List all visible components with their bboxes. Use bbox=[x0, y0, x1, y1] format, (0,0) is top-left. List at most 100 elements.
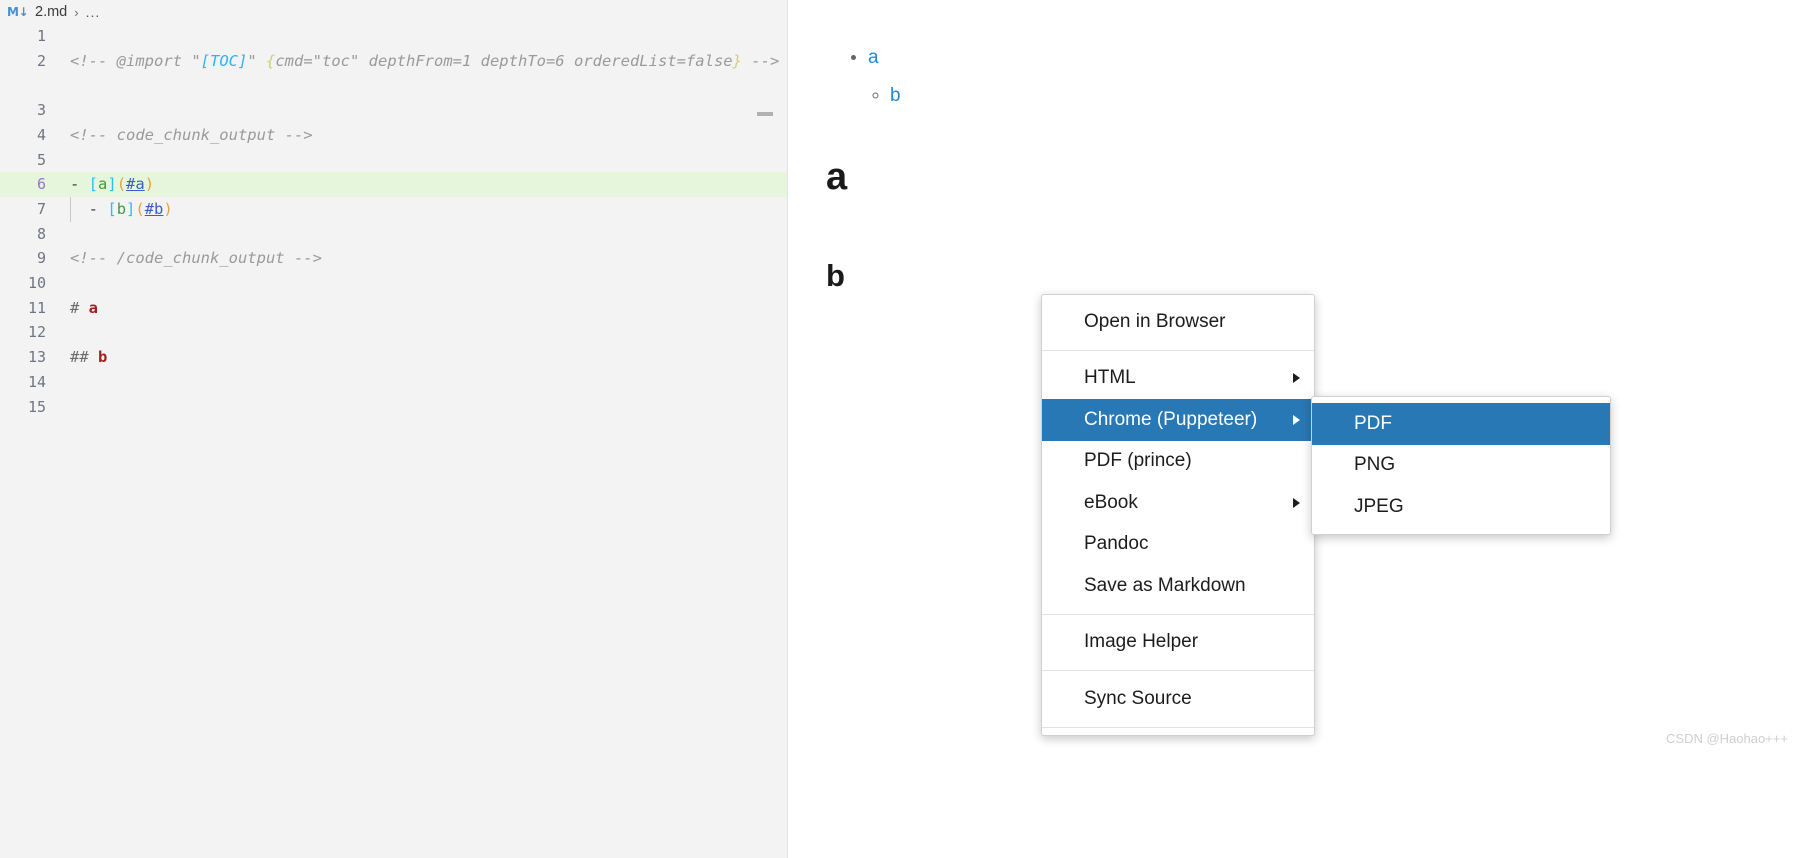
menu-item-open-in-browser[interactable]: Open in Browser bbox=[1042, 301, 1314, 343]
submenu-item-label: PDF bbox=[1354, 412, 1392, 434]
code-line[interactable]: 9 <!-- /code_chunk_output --> bbox=[0, 246, 787, 271]
menu-item-chrome-puppeteer[interactable]: Chrome (Puppeteer) bbox=[1042, 399, 1314, 441]
menu-separator bbox=[1042, 613, 1314, 615]
code-token: ] bbox=[126, 199, 136, 218]
code-token: [ bbox=[88, 175, 99, 194]
breadcrumb-filename[interactable]: 2.md bbox=[35, 4, 67, 20]
code-token: " bbox=[247, 51, 266, 70]
code-token: ## bbox=[70, 348, 98, 367]
code-line-content[interactable]: <!-- @import "[TOC]" {cmd="toc" depthFro… bbox=[46, 49, 787, 74]
breadcrumb-symbol[interactable]: ... bbox=[86, 4, 101, 20]
menu-item-pdf-prince[interactable]: PDF (prince) bbox=[1042, 441, 1314, 483]
code-line-content[interactable] bbox=[46, 370, 787, 395]
table-of-contents: a b bbox=[844, 42, 901, 112]
code-token: [TOC] bbox=[200, 51, 248, 70]
menu-item-label: Pandoc bbox=[1084, 533, 1149, 555]
code-line[interactable]: 4 <!-- code_chunk_output --> bbox=[0, 123, 787, 148]
line-number: 2 bbox=[36, 51, 46, 70]
code-line[interactable]: 12 bbox=[0, 320, 787, 345]
code-line[interactable]: 7 - [b](#b) bbox=[0, 196, 787, 222]
editor-scrollbar-thumb[interactable] bbox=[757, 112, 773, 116]
code-token: a bbox=[98, 175, 108, 194]
code-line[interactable]: 5 bbox=[0, 148, 787, 173]
code-line[interactable]: 6- [a](#a) bbox=[0, 172, 787, 197]
toc-link-b[interactable]: b bbox=[890, 85, 901, 106]
list-item: b bbox=[890, 80, 901, 112]
chevron-right-icon: › bbox=[74, 4, 79, 20]
submenu-item-pdf[interactable]: PDF bbox=[1312, 403, 1610, 445]
chevron-right-icon bbox=[1293, 414, 1300, 425]
code-line-content[interactable] bbox=[46, 395, 787, 420]
context-menu[interactable]: Open in Browser HTML Chrome (Puppeteer) PDF… bbox=[1041, 294, 1315, 736]
menu-item-label: Save as Markdown bbox=[1084, 574, 1246, 596]
code-line[interactable]: 15 bbox=[0, 395, 787, 420]
code-line[interactable]: 13 ## b bbox=[0, 345, 787, 370]
code-token: #a bbox=[126, 175, 145, 194]
code-line[interactable]: 11 # a bbox=[0, 296, 787, 321]
code-line-content[interactable]: - [b](#b) bbox=[46, 197, 787, 222]
code-line-content[interactable]: <!-- /code_chunk_output --> bbox=[46, 246, 787, 271]
code-token: } bbox=[732, 51, 742, 70]
menu-separator bbox=[1042, 349, 1314, 351]
line-number: 3 bbox=[36, 101, 46, 120]
menu-item-image-helper[interactable]: Image Helper bbox=[1042, 622, 1314, 664]
indent-guide bbox=[70, 196, 71, 222]
line-number: 6 bbox=[36, 175, 46, 194]
toc-sublist: b bbox=[868, 80, 901, 112]
preview-heading-2: b bbox=[826, 258, 845, 293]
code-line[interactable]: 3 bbox=[0, 98, 787, 123]
code-line-content[interactable] bbox=[46, 24, 787, 49]
submenu-item-label: PNG bbox=[1354, 454, 1396, 476]
context-submenu-chrome-puppeteer[interactable]: PDF PNG JPEG bbox=[1311, 396, 1611, 535]
toc-list: a b bbox=[844, 42, 901, 112]
code-line[interactable]: 2 <!-- @import "[TOC]" {cmd="toc" depthFr… bbox=[0, 49, 787, 98]
menu-separator bbox=[1042, 726, 1314, 728]
menu-item-save-as-markdown[interactable]: Save as Markdown bbox=[1042, 565, 1314, 607]
code-line[interactable]: 14 bbox=[0, 370, 787, 395]
line-number: 12 bbox=[27, 323, 46, 342]
line-number: 1 bbox=[36, 27, 46, 45]
line-number: 13 bbox=[27, 348, 46, 367]
code-line-content[interactable]: ## b bbox=[46, 345, 787, 370]
code-line-content[interactable]: # a bbox=[46, 296, 787, 321]
toc-link-a[interactable]: a bbox=[868, 47, 879, 68]
editor-pane: M↓ 2.md › ... 1 2 <!-- @import "[TOC]" {c… bbox=[0, 0, 787, 858]
code-editor[interactable]: 1 2 <!-- @import "[TOC]" {cmd="toc" depth… bbox=[0, 24, 787, 858]
menu-item-ebook[interactable]: eBook bbox=[1042, 482, 1314, 524]
code-line-content[interactable]: <!-- code_chunk_output --> bbox=[46, 123, 787, 148]
code-line[interactable]: 8 bbox=[0, 222, 787, 247]
line-number: 15 bbox=[27, 397, 46, 416]
preview-heading-1: a bbox=[826, 156, 848, 198]
menu-item-label: PDF (prince) bbox=[1084, 450, 1192, 472]
code-token: ( bbox=[116, 175, 127, 194]
breadcrumb[interactable]: M↓ 2.md › ... bbox=[0, 0, 787, 24]
menu-item-html[interactable]: HTML bbox=[1042, 358, 1314, 400]
code-token: b bbox=[98, 348, 108, 367]
editor-scrollbar[interactable] bbox=[773, 0, 787, 858]
code-line[interactable]: 1 bbox=[0, 24, 787, 49]
code-line-content[interactable] bbox=[46, 271, 787, 296]
code-line-content[interactable] bbox=[46, 320, 787, 345]
menu-item-label: HTML bbox=[1084, 367, 1136, 389]
line-number: 11 bbox=[27, 298, 46, 317]
code-token: - bbox=[70, 199, 108, 218]
code-line-content[interactable] bbox=[46, 98, 787, 123]
code-line-content[interactable] bbox=[46, 148, 787, 173]
vscode-markdown-preview-window: M↓ 2.md › ... 1 2 <!-- @import "[TOC]" {c… bbox=[0, 0, 1806, 858]
code-token: a bbox=[88, 298, 99, 317]
code-line[interactable]: 10 bbox=[0, 271, 787, 296]
menu-item-label: Chrome (Puppeteer) bbox=[1084, 408, 1258, 430]
code-token: <!-- code_chunk_output --> bbox=[70, 125, 313, 144]
code-line-content[interactable] bbox=[46, 222, 787, 247]
code-token: <!-- @import " bbox=[70, 51, 201, 70]
code-line-content[interactable]: - [a](#a) bbox=[46, 172, 787, 197]
submenu-item-jpeg[interactable]: JPEG bbox=[1312, 486, 1610, 528]
menu-item-pandoc[interactable]: Pandoc bbox=[1042, 524, 1314, 566]
code-token: <!-- /code_chunk_output --> bbox=[70, 249, 322, 268]
code-token: [ bbox=[107, 199, 117, 218]
code-token: cmd="toc" depthFrom=1 depthTo=6 orderedL… bbox=[275, 51, 733, 70]
menu-item-label: Sync Source bbox=[1084, 687, 1192, 709]
submenu-item-png[interactable]: PNG bbox=[1312, 445, 1610, 487]
menu-item-sync-source[interactable]: Sync Source bbox=[1042, 678, 1314, 720]
line-number: 10 bbox=[27, 274, 46, 293]
